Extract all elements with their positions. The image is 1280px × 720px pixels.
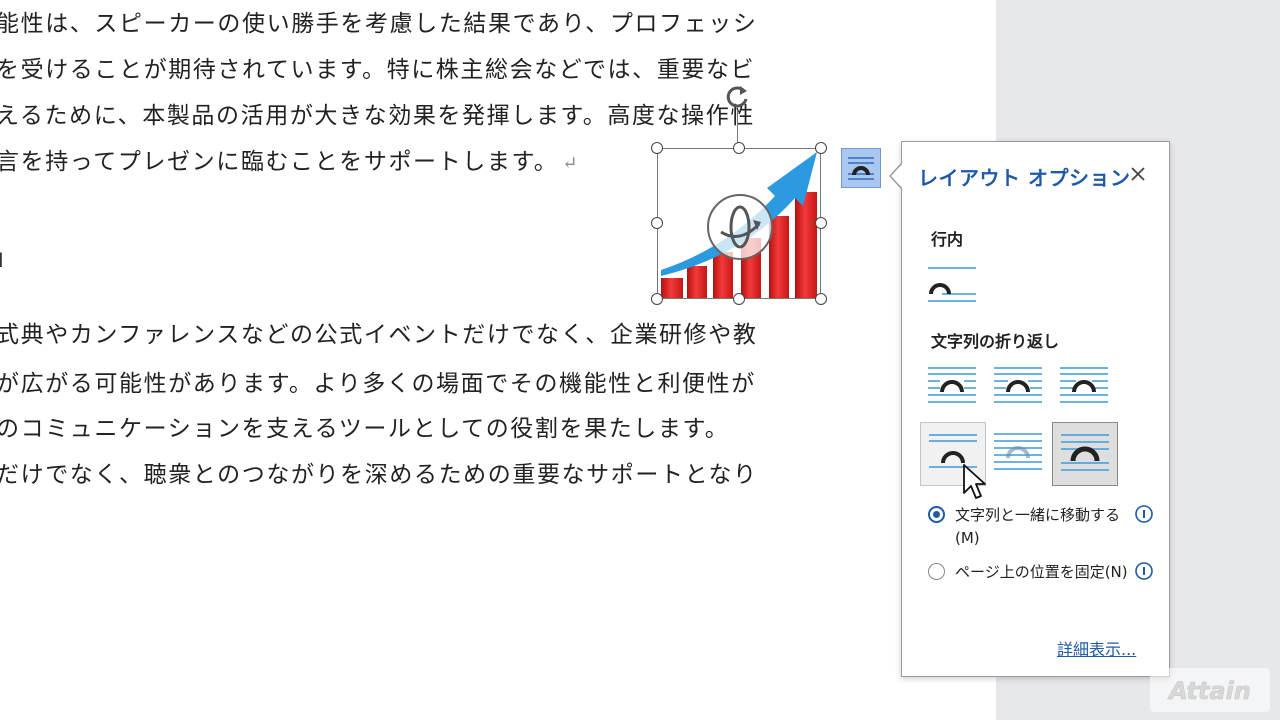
body-text-line[interactable]: 能性は、スピーカーの使い勝手を考慮した結果であり、プロフェッシ bbox=[0, 4, 757, 38]
body-text-line[interactable]: えるために、本製品の活用が大きな効果を発揮します。高度な操作性 bbox=[0, 96, 755, 130]
close-icon bbox=[1131, 167, 1145, 181]
body-text: 言を持ってプレゼンに臨むことをサポートします。 bbox=[0, 149, 559, 175]
inline-with-text-option[interactable] bbox=[920, 254, 986, 318]
resize-handle-bottom-right[interactable] bbox=[815, 293, 827, 305]
move-rotate-icon[interactable] bbox=[705, 192, 775, 262]
wrap-through-option[interactable] bbox=[1052, 354, 1118, 418]
body-text-line[interactable]: だけでなく、聴衆とのつながりを深めるための重要なサポートとなり bbox=[0, 455, 758, 489]
wrap-square-icon bbox=[928, 367, 976, 403]
document-page[interactable]: 能性は、スピーカーの使い勝手を考慮した結果であり、プロフェッシ を受けることが期… bbox=[0, 0, 996, 720]
wrap-through-icon bbox=[1060, 367, 1108, 403]
body-text-line[interactable]: 式典やカンファレンスなどの公式イベントだけでなく、企業研修や教 bbox=[0, 315, 757, 349]
move-with-text-label: 文字列と一緒に移動する(M) bbox=[955, 506, 1121, 547]
resize-handle-top[interactable] bbox=[733, 142, 745, 154]
inline-wrap-icon bbox=[928, 267, 976, 302]
wrap-tight-icon bbox=[994, 367, 1042, 403]
see-more-link[interactable]: 詳細表示... bbox=[1057, 636, 1136, 660]
panel-pointer-fill bbox=[891, 163, 903, 189]
mouse-pointer-icon bbox=[963, 464, 986, 499]
wrap-behind-text-icon bbox=[994, 433, 1042, 470]
wrap-section-label: 文字列の折り返し bbox=[931, 332, 1060, 351]
closing-bracket: 」 bbox=[0, 240, 16, 272]
move-with-text-radio[interactable] bbox=[928, 506, 945, 523]
rotate-icon[interactable] bbox=[722, 82, 752, 112]
wrap-in-front-of-text-icon bbox=[1061, 434, 1109, 471]
attain-logo: Attain bbox=[1150, 668, 1270, 712]
layout-options-button[interactable] bbox=[841, 148, 881, 188]
inline-section-label: 行内 bbox=[931, 230, 964, 249]
wrap-behind-text-option[interactable] bbox=[986, 422, 1052, 486]
body-text-line[interactable]: のコミュニケーションを支えるツールとしての役割を果たします。 bbox=[0, 409, 729, 443]
resize-handle-bottom-left[interactable] bbox=[651, 293, 663, 305]
layout-options-panel: レイアウト オプション 行内 文字列の折り返し 文字列と一緒に移動する(M) ペ… bbox=[901, 141, 1170, 677]
info-icon[interactable] bbox=[1134, 561, 1154, 581]
fix-position-label: ページ上の位置を固定(N) bbox=[955, 563, 1128, 581]
resize-handle-top-left[interactable] bbox=[651, 142, 663, 154]
wrap-in-front-of-text-option[interactable] bbox=[1052, 422, 1118, 486]
body-text-line[interactable]: 言を持ってプレゼンに臨むことをサポートします。 ↵ bbox=[0, 142, 579, 176]
body-text-line[interactable]: を受けることが期待されています。特に株主総会などでは、重要なビ bbox=[0, 50, 755, 84]
body-text-line[interactable]: が広がる可能性があります。より多くの場面でその機能性と利便性が bbox=[0, 364, 756, 398]
attain-logo-text: Attain bbox=[1167, 677, 1251, 705]
layout-options-icon bbox=[848, 157, 874, 180]
info-icon[interactable] bbox=[1134, 504, 1154, 524]
resize-handle-bottom[interactable] bbox=[733, 293, 745, 305]
resize-handle-top-right[interactable] bbox=[815, 142, 827, 154]
close-button[interactable] bbox=[1126, 162, 1150, 186]
resize-handle-right[interactable] bbox=[815, 217, 827, 229]
growth-chart-picture[interactable] bbox=[651, 142, 827, 305]
panel-title: レイアウト オプション bbox=[918, 166, 1131, 190]
fix-position-radio[interactable] bbox=[928, 563, 945, 580]
paragraph-mark: ↵ bbox=[562, 153, 580, 174]
resize-handle-left[interactable] bbox=[651, 217, 663, 229]
wrap-square-option[interactable] bbox=[920, 354, 986, 418]
wrap-tight-option[interactable] bbox=[986, 354, 1052, 418]
